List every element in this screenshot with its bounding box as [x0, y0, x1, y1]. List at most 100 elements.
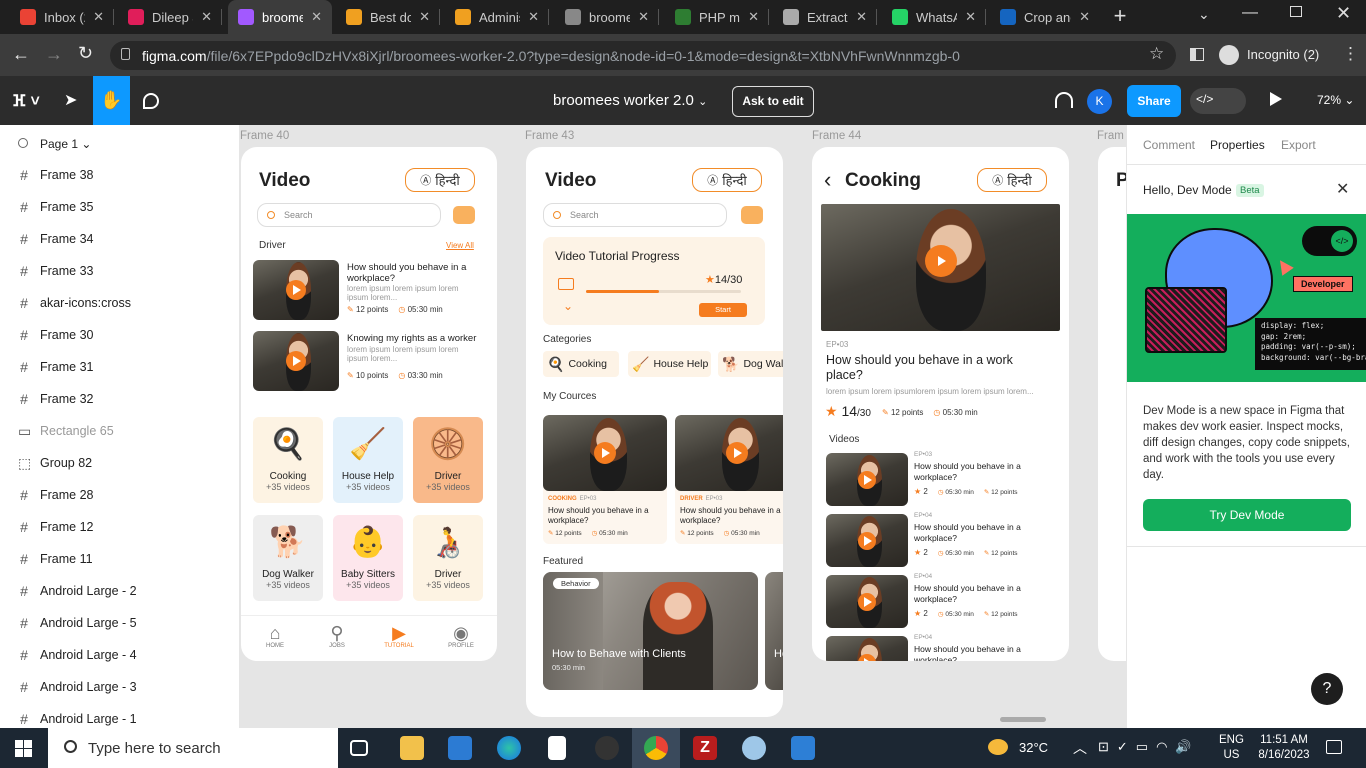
edge-icon[interactable] — [497, 736, 521, 760]
comment-tool-icon[interactable] — [143, 93, 159, 109]
app-icon[interactable] — [595, 736, 619, 760]
layer-item[interactable]: ▭ Rectangle 65 — [0, 415, 240, 447]
video-thumbnail[interactable] — [826, 453, 908, 506]
chevron-down-icon[interactable]: ⌄ — [563, 299, 573, 313]
filter-icon[interactable] — [741, 206, 763, 224]
layer-item[interactable]: # Frame 30 — [0, 319, 240, 351]
layer-item[interactable]: # Android Large - 4 — [0, 639, 240, 671]
move-tool-icon[interactable]: ➤ — [64, 90, 77, 110]
layer-item[interactable]: # Frame 11 — [0, 543, 240, 575]
notepad-icon[interactable] — [548, 736, 566, 760]
layer-item[interactable]: # Android Large - 3 — [0, 671, 240, 703]
browser-tab[interactable]: broomee ✕ — [228, 0, 332, 34]
video-title[interactable]: How should you behave in a workplace? — [347, 262, 482, 284]
play-icon[interactable] — [594, 442, 616, 464]
file-title[interactable]: broomees worker 2.0 ⌄ — [553, 92, 707, 109]
play-icon[interactable] — [858, 592, 876, 611]
featured-card-next[interactable]: He — [765, 572, 783, 690]
browser-menu-icon[interactable]: ⋮ — [1342, 44, 1359, 64]
category-card[interactable]: 🐕 Dog Walker +35 videos — [253, 515, 323, 601]
hand-tool-icon[interactable]: ✋ — [93, 76, 130, 125]
course-card[interactable]: COOKING EP•03 How should you behave in a w… — [543, 415, 667, 544]
weather-icon[interactable] — [988, 739, 1008, 755]
close-icon[interactable]: ✕ — [1336, 179, 1349, 199]
video-title[interactable]: How should you behave in a workplace? — [914, 522, 1049, 543]
share-button[interactable]: Share — [1127, 85, 1181, 117]
frame-label-next[interactable]: Fram — [1097, 130, 1124, 142]
vscode-icon[interactable] — [448, 736, 472, 760]
category-card[interactable]: 🍳 Cooking +35 videos — [253, 417, 323, 503]
category-chip[interactable]: 🧹 House Help — [628, 351, 711, 377]
profile-label[interactable]: Incognito (2) — [1247, 47, 1319, 62]
play-icon[interactable] — [858, 470, 876, 489]
browser-tab[interactable]: Dileep Ja ✕ — [118, 0, 222, 34]
frame-label-43[interactable]: Frame 43 — [525, 130, 574, 142]
close-icon[interactable]: ✕ — [311, 9, 322, 25]
frame-label-40[interactable]: Frame 40 — [240, 130, 289, 142]
browser-tab[interactable]: PHP mul ✕ — [665, 0, 769, 34]
ask-to-edit-button[interactable]: Ask to edit — [732, 86, 814, 117]
tab-comment[interactable]: Comment — [1143, 138, 1195, 152]
browser-tab[interactable]: Extract u ✕ — [773, 0, 877, 34]
page-selector[interactable]: Page 1 ⌄ — [40, 137, 91, 151]
nav-tab-home[interactable]: ⌂ HOME — [255, 623, 295, 649]
play-icon[interactable] — [286, 280, 306, 300]
video-thumbnail[interactable] — [253, 260, 339, 320]
browser-tab[interactable]: WhatsAp ✕ — [882, 0, 986, 34]
minimize-button[interactable]: — — [1242, 4, 1258, 22]
tab-properties[interactable]: Properties — [1210, 138, 1265, 152]
frame-40[interactable]: Video Ⓐ हिन्दी Search Driver View All How… — [241, 147, 497, 661]
view-all-link[interactable]: View All — [446, 241, 474, 250]
hero-video[interactable] — [821, 204, 1060, 331]
filezilla-icon[interactable]: Z — [693, 736, 717, 760]
browser-tab[interactable]: Crop anc ✕ — [990, 0, 1100, 34]
search-input[interactable]: Search — [257, 203, 441, 227]
video-thumbnail[interactable] — [543, 415, 667, 491]
play-icon[interactable] — [726, 442, 748, 464]
horizontal-scrollbar[interactable] — [1000, 717, 1046, 722]
reload-icon[interactable]: ↻ — [78, 43, 93, 64]
nav-tab-tutorial[interactable]: ▶ TUTORIAL — [379, 623, 419, 649]
language-button[interactable]: Ⓐ हिन्दी — [405, 168, 475, 192]
input-language[interactable]: ENG US — [1219, 733, 1244, 763]
video-thumbnail[interactable] — [826, 636, 908, 661]
layer-item[interactable]: # Android Large - 5 — [0, 607, 240, 639]
nav-tab-profile[interactable]: ◉ PROFILE — [441, 623, 481, 649]
layer-item[interactable]: # Frame 38 — [0, 159, 240, 191]
temperature[interactable]: 32°C — [1019, 740, 1048, 755]
featured-card[interactable]: Behavior How to Behave with Clients 05:3… — [543, 572, 758, 690]
clock[interactable]: 11:51 AM 8/16/2023 — [1256, 733, 1312, 763]
browser-tab[interactable]: Best don ✕ — [336, 0, 440, 34]
layer-item[interactable]: # Frame 31 — [0, 351, 240, 383]
tab-export[interactable]: Export — [1281, 138, 1316, 152]
sidepanel-icon[interactable] — [1190, 48, 1204, 61]
chrome-icon[interactable] — [644, 736, 668, 760]
zoom-level[interactable]: 72% ⌄ — [1317, 93, 1354, 107]
notifications-icon[interactable] — [1326, 740, 1342, 754]
language-button[interactable]: Ⓐ हिन्दी — [977, 168, 1047, 192]
bookmark-star-icon[interactable]: ☆ — [1149, 44, 1164, 64]
video-thumbnail[interactable] — [253, 331, 339, 391]
close-icon[interactable]: ✕ — [638, 9, 649, 25]
help-button[interactable]: ? — [1311, 673, 1343, 705]
tab-search-chevron-icon[interactable]: ⌄ — [1198, 6, 1210, 23]
back-arrow-icon[interactable]: ← — [12, 44, 30, 65]
close-icon[interactable]: ✕ — [419, 9, 430, 25]
paint-icon[interactable] — [742, 736, 766, 760]
category-card[interactable]: 👶 Baby Sitters +35 videos — [333, 515, 403, 601]
tray-icons[interactable]: ⊡✓▭◠🔊 — [1098, 739, 1200, 755]
layer-item[interactable]: # Frame 34 — [0, 223, 240, 255]
figma-menu-icon[interactable]: ⴼ ˅ — [12, 91, 40, 111]
url-bar[interactable]: figma.com/file/6x7EPpdo9clDzHVx8iXjrl/br… — [110, 41, 1176, 70]
layer-item[interactable]: # Frame 33 — [0, 255, 240, 287]
layer-item[interactable]: ⬚ Group 82 — [0, 447, 240, 479]
forward-arrow-icon[interactable]: → — [45, 44, 63, 65]
design-canvas[interactable]: Frame 40 Frame 43 Frame 44 Fram Video Ⓐ ह… — [240, 125, 1126, 728]
browser-tab[interactable]: broomee ✕ — [555, 0, 659, 34]
maximize-button[interactable] — [1290, 6, 1302, 17]
play-icon[interactable] — [925, 245, 957, 277]
close-icon[interactable]: ✕ — [201, 9, 212, 25]
tray-chevron-icon[interactable]: ︿ — [1073, 738, 1087, 758]
nav-tab-jobs[interactable]: ⚲ JOBS — [317, 623, 357, 649]
layer-item[interactable]: # Frame 35 — [0, 191, 240, 223]
